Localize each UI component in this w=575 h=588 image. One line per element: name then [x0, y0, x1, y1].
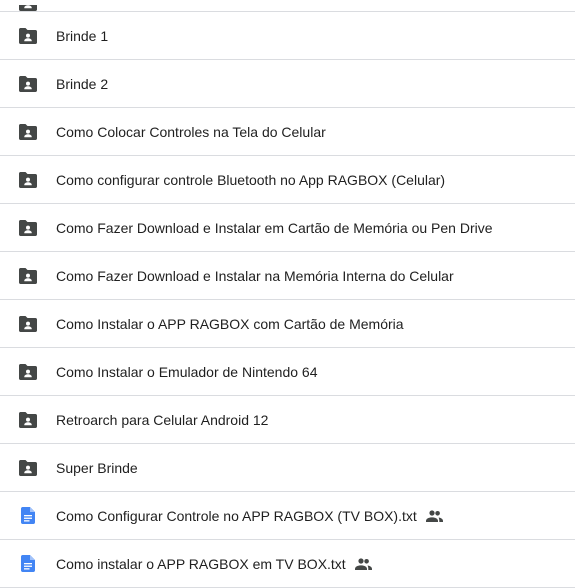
- list-item[interactable]: Como Configurar Controle no APP RAGBOX (…: [0, 492, 575, 540]
- list-item[interactable]: Como Fazer Download e Instalar na Memóri…: [0, 252, 575, 300]
- list-item[interactable]: Como Instalar o Emulador de Nintendo 64: [0, 348, 575, 396]
- list-item[interactable]: Brinde 1: [0, 12, 575, 60]
- list-item[interactable]: [0, 0, 575, 12]
- item-name: Como Instalar o Emulador de Nintendo 64: [56, 363, 318, 380]
- item-name: Super Brinde: [56, 459, 138, 476]
- item-name: Como Fazer Download e Instalar em Cartão…: [56, 219, 493, 236]
- list-item[interactable]: Como Fazer Download e Instalar em Cartão…: [0, 204, 575, 252]
- document-icon: [19, 507, 37, 525]
- item-name: Como instalar o APP RAGBOX em TV BOX.txt: [56, 555, 372, 573]
- list-item[interactable]: Como instalar o APP RAGBOX em TV BOX.txt: [0, 540, 575, 588]
- shared-folder-icon: [19, 27, 37, 45]
- item-name: Brinde 2: [56, 75, 109, 92]
- document-icon: [19, 555, 37, 573]
- shared-folder-icon: [19, 459, 37, 477]
- list-item[interactable]: Como Colocar Controles na Tela do Celula…: [0, 108, 575, 156]
- people-icon: [425, 509, 443, 523]
- item-name: Como configurar controle Bluetooth no Ap…: [56, 171, 446, 188]
- shared-folder-icon: [19, 171, 37, 189]
- item-name: Retroarch para Celular Android 12: [56, 411, 269, 428]
- item-name: Como Configurar Controle no APP RAGBOX (…: [56, 507, 443, 525]
- list-item[interactable]: Brinde 2: [0, 60, 575, 108]
- shared-folder-icon: [19, 411, 37, 429]
- item-name: Como Colocar Controles na Tela do Celula…: [56, 123, 326, 140]
- shared-folder-icon: [19, 123, 37, 141]
- shared-folder-icon: [19, 363, 37, 381]
- shared-folder-icon: [19, 5, 37, 11]
- shared-folder-icon: [19, 219, 37, 237]
- file-list: Brinde 1 Brinde 2 Como Colocar Controles…: [0, 0, 575, 588]
- list-item[interactable]: Como Instalar o APP RAGBOX com Cartão de…: [0, 300, 575, 348]
- list-item[interactable]: Super Brinde: [0, 444, 575, 492]
- shared-folder-icon: [19, 75, 37, 93]
- list-item[interactable]: Retroarch para Celular Android 12: [0, 396, 575, 444]
- item-name: Como Instalar o APP RAGBOX com Cartão de…: [56, 315, 404, 332]
- item-name: Como Fazer Download e Instalar na Memóri…: [56, 267, 454, 284]
- shared-folder-icon: [19, 267, 37, 285]
- shared-folder-icon: [19, 315, 37, 333]
- people-icon: [354, 557, 372, 571]
- item-name: Brinde 1: [56, 27, 109, 44]
- list-item[interactable]: Como configurar controle Bluetooth no Ap…: [0, 156, 575, 204]
